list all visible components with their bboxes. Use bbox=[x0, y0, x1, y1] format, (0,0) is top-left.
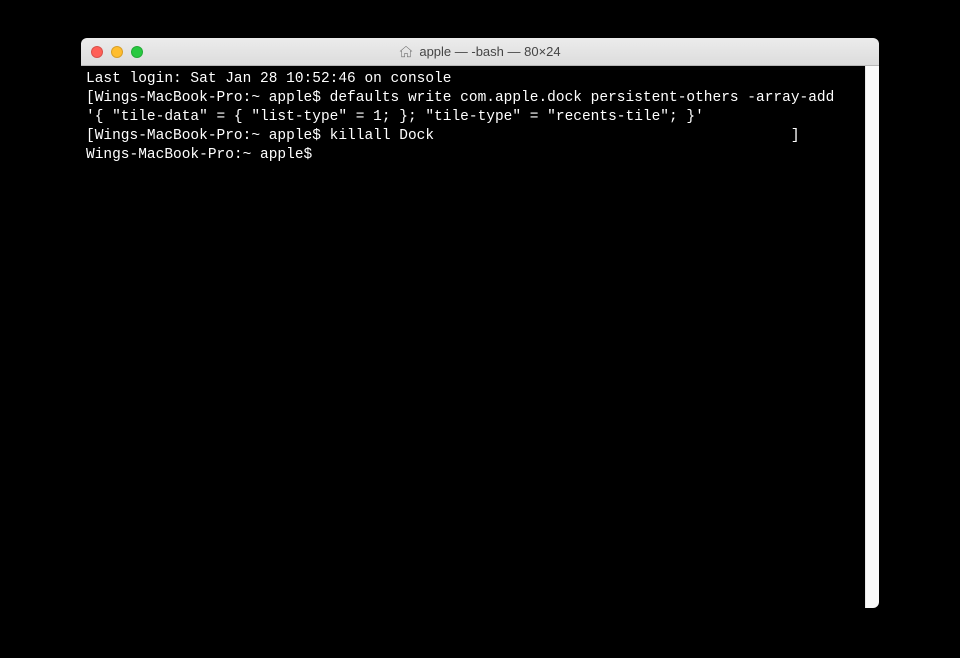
terminal-line: [Wings-MacBook-Pro:~ apple$ killall Dock… bbox=[86, 127, 860, 146]
terminal-output[interactable]: Last login: Sat Jan 28 10:52:46 on conso… bbox=[81, 66, 865, 608]
title-container: apple — -bash — 80×24 bbox=[81, 44, 879, 59]
terminal-body: Last login: Sat Jan 28 10:52:46 on conso… bbox=[81, 66, 879, 608]
close-button[interactable] bbox=[91, 46, 103, 58]
terminal-line: [Wings-MacBook-Pro:~ apple$ defaults wri… bbox=[86, 89, 860, 127]
terminal-line: Last login: Sat Jan 28 10:52:46 on conso… bbox=[86, 70, 860, 89]
terminal-prompt[interactable]: Wings-MacBook-Pro:~ apple$ bbox=[86, 146, 860, 165]
scrollbar[interactable] bbox=[865, 66, 879, 608]
window-title: apple — -bash — 80×24 bbox=[419, 44, 560, 59]
terminal-window: apple — -bash — 80×24 Last login: Sat Ja… bbox=[81, 38, 879, 608]
home-icon bbox=[399, 45, 413, 59]
titlebar[interactable]: apple — -bash — 80×24 bbox=[81, 38, 879, 66]
maximize-button[interactable] bbox=[131, 46, 143, 58]
window-controls bbox=[81, 46, 143, 58]
minimize-button[interactable] bbox=[111, 46, 123, 58]
